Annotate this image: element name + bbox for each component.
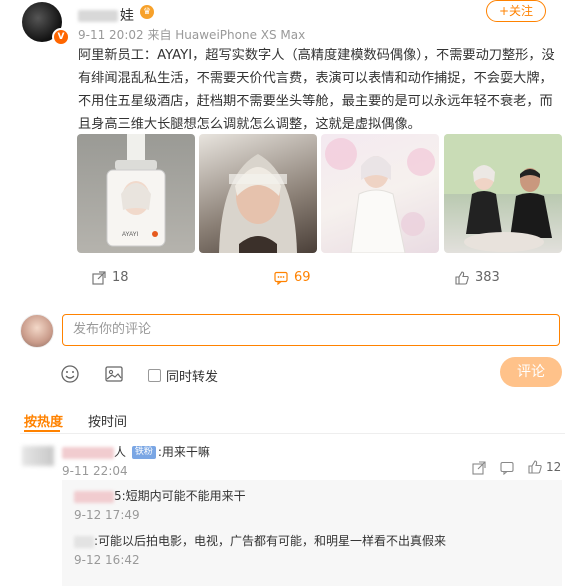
comment-line: 人 铁粉:用来干嘛	[62, 443, 210, 460]
badge-caption: AYAYI	[122, 232, 139, 238]
repost-icon	[92, 270, 106, 285]
reply-name-tail: 5	[114, 489, 122, 503]
reply-text: :短期内可能不能用来干	[121, 489, 246, 503]
photo-with-man[interactable]	[444, 134, 562, 253]
repost-count: 18	[112, 270, 129, 285]
comment-like-count: 12	[546, 460, 562, 474]
white-suit-illustration	[325, 138, 435, 253]
like-action[interactable]: 383	[455, 270, 500, 285]
comment-thumbs-up-icon	[528, 460, 542, 474]
tab-sort-hot[interactable]: 按热度	[24, 411, 63, 430]
reply-text: :可能以后拍电影，电视，广告都有可能，和明星一样看不出真假来	[94, 534, 447, 548]
repost-checkbox-label: 同时转发	[166, 370, 219, 385]
comment-count: 69	[294, 270, 311, 285]
comment-repost-icon[interactable]	[472, 461, 486, 475]
tab-sort-time[interactable]: 按时间	[88, 411, 127, 430]
checkbox-box[interactable]	[148, 369, 161, 382]
divider	[20, 433, 565, 434]
repost-action[interactable]: 18	[92, 270, 129, 285]
portrait-illustration	[219, 154, 297, 253]
comment-text: :用来干嘛	[157, 445, 210, 459]
follow-button[interactable]: +关注	[486, 0, 546, 22]
like-count: 383	[475, 270, 500, 285]
comment-reply-icon[interactable]	[500, 461, 514, 475]
author-name-blurred	[78, 10, 118, 22]
commenter-avatar[interactable]	[22, 446, 54, 466]
image-upload-icon[interactable]	[104, 364, 124, 384]
post-meta: 9-11 20:02 来自 HuaweiPhone XS Max	[78, 28, 306, 42]
comment-action[interactable]: 69	[274, 270, 311, 285]
photo-white-suit[interactable]	[321, 134, 439, 253]
emoji-icon[interactable]	[60, 364, 80, 384]
repost-checkbox[interactable]: 同时转发	[148, 366, 218, 385]
reply-time: 9-12 16:42	[74, 553, 140, 567]
reply-time: 9-12 17:49	[74, 508, 140, 522]
author-name-suffix: 娃	[120, 8, 134, 24]
active-tab-underline	[24, 430, 60, 432]
reply-name-blurred[interactable]	[74, 535, 94, 548]
verified-icon: V	[52, 28, 70, 46]
comment-time: 9-11 22:04	[62, 464, 128, 478]
reply-name-blurred[interactable]	[74, 490, 114, 503]
current-user-avatar[interactable]	[20, 314, 54, 348]
reply-line-2: :可能以后拍电影，电视，广告都有可能，和明星一样看不出真假来	[74, 532, 446, 549]
post-text: 阿里新员工：AYAYI，超写实数字人（高精度建模数码偶像），不需要动刀整形，没有…	[78, 48, 555, 132]
comment-input[interactable]: 发布你的评论	[62, 314, 560, 346]
fan-badge: 铁粉	[131, 446, 156, 459]
commenter-name-tail: 人	[114, 445, 127, 459]
photo-badge[interactable]: AYAYI	[77, 134, 195, 253]
with-man-illustration	[444, 134, 562, 252]
reply-line-1: 5:短期内可能不能用来干	[74, 487, 246, 504]
photo-portrait[interactable]	[199, 134, 317, 253]
vip-icon: ♛	[140, 5, 154, 19]
badge-illustration: AYAYI	[106, 134, 166, 247]
commenter-name-blurred[interactable]	[62, 446, 114, 459]
comment-icon	[274, 271, 288, 285]
thumbs-up-icon	[455, 270, 469, 285]
comment-like[interactable]: 12	[528, 460, 561, 474]
submit-comment-button[interactable]: 评论	[500, 357, 562, 387]
author-name[interactable]: 娃	[78, 5, 134, 25]
